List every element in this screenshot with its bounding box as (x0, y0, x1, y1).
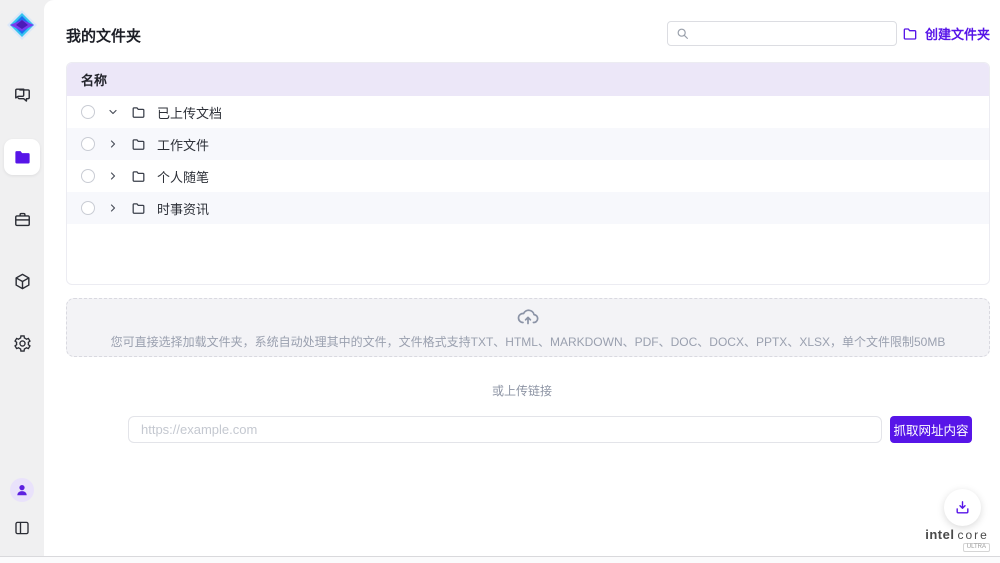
folder-outline-icon (131, 137, 146, 152)
table-header: 名称 (67, 63, 989, 96)
search-icon (676, 27, 689, 40)
page-title: 我的文件夹 (66, 25, 141, 46)
sidebar-item-models[interactable] (4, 263, 40, 299)
user-avatar[interactable] (10, 478, 34, 502)
window-bottom-border (0, 556, 1000, 563)
intel-word: intel (925, 527, 954, 542)
sidebar-item-settings[interactable] (4, 325, 40, 361)
create-folder-button[interactable]: 创建文件夹 (902, 24, 990, 43)
app-logo-gem-icon[interactable] (4, 7, 40, 43)
table-row[interactable]: 时事资讯 (67, 192, 989, 224)
table-row[interactable]: 工作文件 (67, 128, 989, 160)
sidebar (0, 0, 44, 556)
folder-icon (13, 148, 32, 167)
sidebar-item-folders[interactable] (4, 139, 40, 175)
chevron-right-icon[interactable] (106, 138, 120, 150)
sidebar-item-workspace[interactable] (4, 201, 40, 237)
search-box[interactable] (667, 21, 897, 46)
folder-name: 个人随笔 (157, 167, 209, 186)
row-checkbox[interactable] (81, 137, 95, 151)
sidebar-item-chat[interactable] (4, 77, 40, 113)
folder-outline-icon (131, 201, 146, 216)
table-row[interactable]: 已上传文档 (67, 96, 989, 128)
or-upload-link-label: 或上传链接 (44, 382, 1000, 399)
main-content: 我的文件夹 创建文件夹 名称 已上传文档 (44, 0, 1000, 556)
folder-outline-icon (131, 105, 146, 120)
row-checkbox[interactable] (81, 201, 95, 215)
cloud-upload-icon (516, 305, 540, 329)
sidebar-bottom (8, 478, 36, 542)
create-folder-label: 创建文件夹 (925, 24, 990, 43)
gear-icon (13, 334, 32, 353)
fetch-url-button[interactable]: 抓取网址内容 (890, 416, 972, 443)
folder-name: 已上传文档 (157, 103, 222, 122)
url-input[interactable] (128, 416, 882, 443)
intel-core-word: core (957, 528, 988, 542)
row-checkbox[interactable] (81, 169, 95, 183)
sidebar-nav (4, 77, 40, 361)
folder-table: 名称 已上传文档 工作文件 (66, 62, 990, 285)
layout-icon (13, 519, 31, 537)
download-fab-button[interactable] (944, 489, 981, 526)
folder-outline-icon (131, 169, 146, 184)
link-upload-row: 抓取网址内容 (128, 416, 972, 443)
panel-toggle[interactable] (8, 514, 36, 542)
folder-name: 工作文件 (157, 135, 209, 154)
chat-icon (13, 86, 32, 105)
intel-core-logo: intel core ULTRA (922, 527, 992, 552)
cube-icon (13, 272, 32, 291)
row-checkbox[interactable] (81, 105, 95, 119)
folder-name: 时事资讯 (157, 199, 209, 218)
table-row[interactable]: 个人随笔 (67, 160, 989, 192)
user-icon (15, 483, 29, 497)
briefcase-icon (13, 210, 32, 229)
search-input[interactable] (695, 22, 896, 45)
chevron-down-icon[interactable] (106, 106, 120, 118)
chevron-right-icon[interactable] (106, 202, 120, 214)
upload-dropzone[interactable]: 您可直接选择加载文件夹，系统自动处理其中的文件，文件格式支持TXT、HTML、M… (66, 298, 990, 357)
intel-ultra-badge: ULTRA (963, 543, 990, 552)
folder-plus-icon (902, 26, 918, 42)
chevron-right-icon[interactable] (106, 170, 120, 182)
upload-hint-text: 您可直接选择加载文件夹，系统自动处理其中的文件，文件格式支持TXT、HTML、M… (111, 333, 946, 350)
column-name: 名称 (81, 70, 107, 89)
download-icon (954, 499, 971, 516)
